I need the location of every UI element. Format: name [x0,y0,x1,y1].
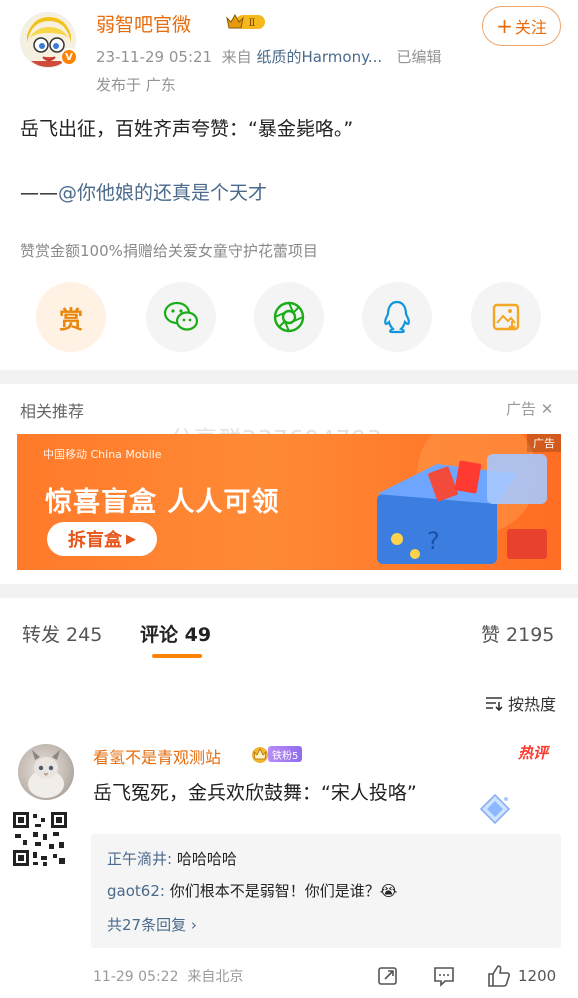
moments-share-button[interactable] [254,282,324,352]
reply-comment-button[interactable] [432,963,456,989]
ad-banner[interactable]: ? 中国移动 China Mobile 惊喜盲盒 人人可领 拆盲盒 ▶ 广告 [17,434,561,570]
fan-badge[interactable]: 铁粉5 [250,744,303,764]
author-name[interactable]: 弱智吧官微 [96,10,191,37]
reply-preview-box[interactable]: 正午滴井: 哈哈哈哈 gaot62: 你们根本不是弱智！你们是谁？😭 共27条回… [91,834,561,948]
save-image-icon [492,303,520,331]
banner-brand: 中国移动 China Mobile [43,448,162,461]
share-row: 赏 [0,282,578,354]
banner-title: 惊喜盲盒 人人可领 [45,487,280,518]
reply-user[interactable]: gaot62: [107,882,165,900]
tab-reposts[interactable]: 转发 245 [22,620,102,647]
fan-level-tag: 铁粉5 [268,746,303,762]
commenter-avatar[interactable] [18,744,74,800]
plus-icon: + [496,14,513,38]
close-icon: ✕ [536,400,554,418]
edited-label[interactable]: 已编辑 [396,48,441,66]
fan-crown-icon [252,747,268,763]
comment-location: 来自北京 [187,969,244,985]
rank-badge-level: Ⅱ [249,18,256,29]
sort-button[interactable]: 按热度 [484,691,556,715]
wechat-share-button[interactable] [146,282,216,352]
reply-item: gaot62: 你们根本不是弱智！你们是谁？😭 [107,880,397,901]
reward-note: 赞赏金额100%捐赠给关爱女童守护花蕾项目 [20,242,318,260]
save-image-button[interactable] [471,282,541,352]
verified-v-icon: V [60,48,78,66]
reply-text: 哈哈哈哈 [172,850,237,868]
qq-icon [384,300,410,334]
thumbs-up-icon [488,965,510,987]
rank-crown-icon: Ⅱ [226,12,266,32]
qr-code-image [13,812,67,866]
repost-icon [378,967,397,985]
reply-item: 正午滴井: 哈哈哈哈 [107,848,237,869]
diamond-sticker-icon [478,792,512,826]
reward-label: 赏 [59,305,83,334]
comment-text: 岳飞冤死，金兵欢欣鼓舞：“宋人投咯” [93,782,417,804]
comment-icon [434,967,454,987]
tab-comments[interactable]: 评论 49 [140,620,211,647]
post-source-link[interactable]: 纸质的Harmony... [256,48,382,66]
moments-icon [273,301,305,333]
commenter-name[interactable]: 看氢不是青观测站 [93,744,221,768]
hot-comment-tag: 热评 [518,744,549,762]
like-count: 1200 [518,967,557,985]
section-divider [0,370,578,384]
post-mention-line: ——@你他娘的还真是个天才 [20,178,267,205]
like-comment-button[interactable]: 1200 [486,963,556,989]
tab-likes[interactable]: 赞 2195 [481,620,554,647]
banner-cta-label: 拆盲盒 [68,530,122,551]
ad-close-button[interactable]: 广告 ✕ [506,398,553,419]
mention-dash: —— [20,182,58,204]
ad-label: 广告 [506,400,537,418]
svg-text:?: ? [427,527,440,555]
reply-user[interactable]: 正午滴井: [107,850,172,868]
comment-time: 11-29 05:22 [93,969,179,985]
comment-meta: 11-29 05:22 来自北京 [93,966,243,986]
banner-cta-button[interactable]: 拆盲盒 ▶ [47,522,157,556]
play-icon: ▶ [126,531,136,547]
repost-comment-button[interactable] [376,963,400,989]
section-divider [0,584,578,598]
post-time: 23-11-29 05:21 [96,48,213,66]
from-prefix: 来自 [221,48,252,66]
post-meta: 23-11-29 05:21 来自 纸质的Harmony... 已编辑 [96,46,441,67]
post-location: 发布于 广东 [96,76,176,94]
more-replies-link[interactable]: 共27条回复 › [107,914,197,935]
banner-ad-tag: 广告 [527,434,561,452]
sort-label: 按热度 [508,695,557,714]
active-tab-indicator [152,654,202,658]
related-title: 相关推荐 [20,402,85,421]
reward-button[interactable]: 赏 [36,282,106,352]
reply-text: 你们根本不是弱智！你们是谁？😭 [164,882,398,900]
sort-icon [486,697,503,712]
post-text: 岳飞出征，百姓齐声夸赞：“暴金毙咯。” [20,118,354,140]
follow-button[interactable]: + 关注 [482,6,561,46]
mention-link[interactable]: @你他娘的还真是个天才 [58,182,267,204]
qq-share-button[interactable] [362,282,432,352]
follow-label: 关注 [514,18,547,37]
wechat-icon [163,301,199,331]
